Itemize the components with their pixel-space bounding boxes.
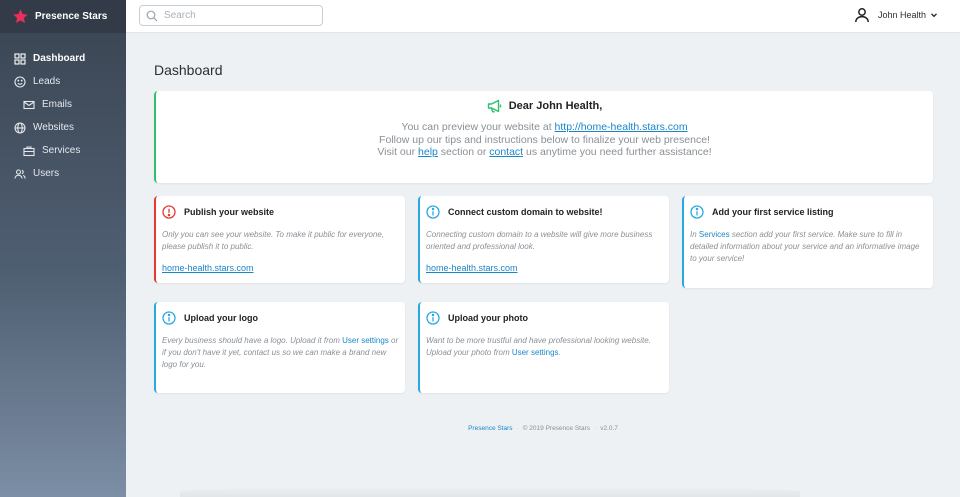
body-text: .: [558, 348, 561, 357]
card-title: Upload your photo: [448, 313, 528, 323]
sidebar-item-label: Dashboard: [33, 53, 86, 64]
sidebar-item-label: Emails: [42, 99, 73, 110]
sidebar-item-services[interactable]: Services: [0, 139, 126, 162]
globe-icon: [14, 121, 26, 134]
card-header: Upload your logo: [162, 311, 399, 325]
sidebar-item-label: Leads: [33, 76, 61, 87]
card-header: Upload your photo: [426, 311, 663, 325]
topbar: John Health: [126, 0, 960, 33]
user-avatar-icon: [855, 8, 869, 23]
separator: ·: [594, 425, 597, 432]
welcome-card: Dear John Health, You can preview your w…: [154, 91, 933, 183]
welcome-line-3: Visit our help section or contact us any…: [156, 146, 933, 159]
card-body: Connecting custom domain to a website wi…: [426, 230, 653, 251]
version: v2.0.7: [600, 425, 618, 432]
info-icon: [426, 311, 440, 325]
sidebar-item-label: Services: [42, 145, 81, 156]
briefcase-icon: [23, 145, 35, 156]
services-link[interactable]: Services: [699, 230, 730, 239]
footer: Presence Stars · © 2019 Presence Stars · v2.…: [126, 425, 960, 432]
website-link[interactable]: home-health.stars.com: [426, 263, 518, 273]
megaphone-icon: [487, 99, 501, 113]
grid-icon: [14, 52, 26, 65]
card-header: Connect custom domain to website!: [426, 205, 663, 219]
welcome-greeting: Dear John Health,: [508, 100, 603, 112]
mail-icon: [23, 100, 35, 109]
page-title: Dashboard: [154, 62, 223, 78]
card-body: In Services section add your first servi…: [690, 229, 927, 265]
welcome-text: section or: [437, 146, 490, 158]
website-preview-link[interactable]: http://home-health.stars.com: [555, 121, 688, 133]
sidebar-nav: Dashboard Leads Emails Websites Services: [0, 33, 126, 185]
sidebar: Presence Stars Dashboard Leads Emails We…: [0, 0, 126, 497]
card-title: Add your first service listing: [712, 207, 834, 217]
search-icon: [146, 10, 158, 21]
body-text: In: [690, 230, 699, 239]
welcome-line-1: You can preview your website at http://h…: [156, 121, 933, 134]
bottom-shadow: [180, 486, 800, 497]
sidebar-item-dashboard[interactable]: Dashboard: [0, 47, 126, 70]
brand[interactable]: Presence Stars: [0, 0, 126, 33]
welcome-line-2: Follow up our tips and instructions belo…: [379, 133, 710, 146]
card-body: Every business should have a logo. Uploa…: [162, 335, 399, 371]
user-menu[interactable]: John Health: [854, 7, 938, 23]
chevron-down-icon: [931, 13, 937, 18]
sidebar-item-users[interactable]: Users: [0, 162, 126, 185]
copyright: © 2019 Presence Stars: [522, 425, 591, 432]
sidebar-item-websites[interactable]: Websites: [0, 116, 126, 139]
footer-link[interactable]: Presence Stars: [468, 425, 512, 432]
welcome-text: Visit our: [377, 146, 419, 158]
user-settings-link[interactable]: User settings: [342, 336, 389, 345]
upload-photo-card: Upload your photo Want to be more trustf…: [418, 302, 669, 393]
add-service-card: Add your first service listing In Servic…: [682, 196, 933, 288]
separator: ·: [516, 425, 519, 432]
card-title: Upload your logo: [184, 313, 258, 323]
sidebar-item-emails[interactable]: Emails: [0, 93, 126, 116]
connect-domain-card: Connect custom domain to website! Connec…: [418, 196, 669, 283]
star-logo-icon: [13, 9, 28, 23]
info-icon: [162, 311, 176, 325]
card-header: Add your first service listing: [690, 205, 927, 219]
user-name: John Health: [877, 10, 926, 20]
search-box[interactable]: [139, 5, 323, 26]
welcome-header: Dear John Health,: [156, 99, 933, 113]
card-title: Publish your website: [184, 207, 275, 217]
sidebar-item-label: Users: [33, 168, 60, 179]
app-name: Presence Stars: [35, 11, 108, 22]
search-input[interactable]: [164, 10, 314, 21]
sidebar-item-leads[interactable]: Leads: [0, 70, 126, 93]
info-icon: [426, 205, 440, 219]
sidebar-item-label: Websites: [33, 122, 74, 133]
website-link[interactable]: home-health.stars.com: [162, 263, 254, 273]
info-icon: [690, 205, 704, 219]
smile-icon: [14, 75, 26, 88]
publish-website-card: Publish your website Only you can see yo…: [154, 196, 405, 283]
user-settings-link[interactable]: User settings: [512, 348, 559, 357]
welcome-text: us anytime you need further assistance!: [523, 146, 712, 158]
alert-icon: [162, 205, 176, 219]
upload-logo-card: Upload your logo Every business should h…: [154, 302, 405, 393]
card-header: Publish your website: [162, 205, 399, 219]
users-icon: [14, 168, 26, 179]
help-link[interactable]: help: [418, 146, 438, 158]
card-body: Want to be more trustful and have profes…: [426, 335, 663, 359]
card-body: Only you can see your website. To make i…: [162, 230, 385, 251]
body-text: Every business should have a logo. Uploa…: [162, 336, 343, 345]
contact-link[interactable]: contact: [489, 146, 523, 158]
card-title: Connect custom domain to website!: [448, 207, 603, 217]
welcome-text: You can preview your website at: [401, 121, 555, 133]
